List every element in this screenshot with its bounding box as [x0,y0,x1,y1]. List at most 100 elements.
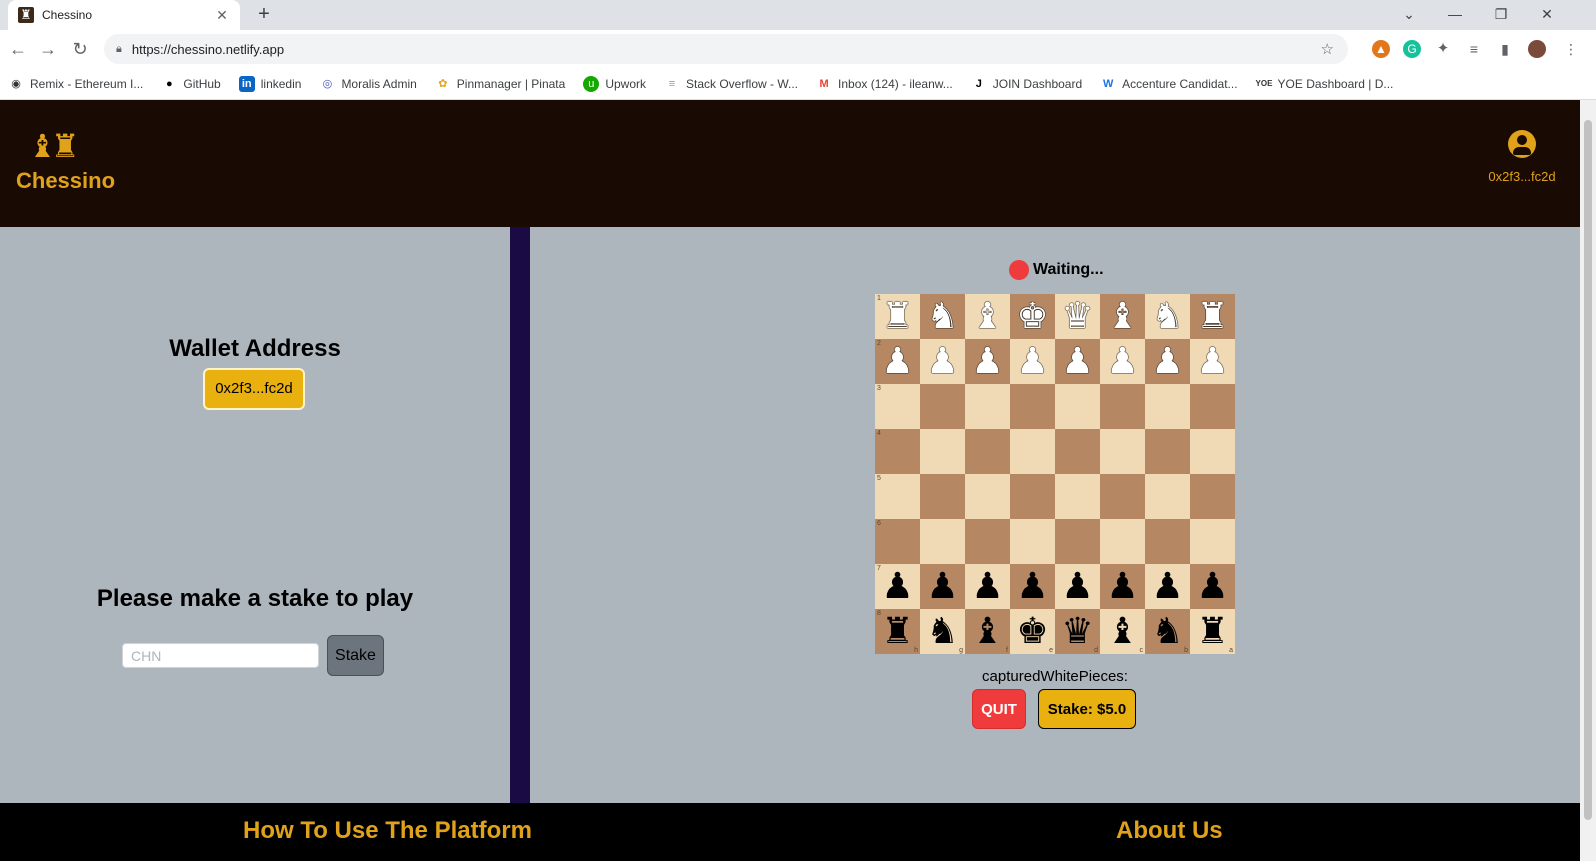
black-king-icon[interactable]: ♚ [1016,613,1048,650]
bookmark-gmail[interactable]: M Inbox (124) - ileanw... [816,76,952,92]
board-square[interactable] [1010,519,1055,564]
board-square[interactable] [1010,429,1055,474]
white-queen-icon[interactable]: ♛ [1061,298,1093,335]
board-square[interactable]: c ♝ [1100,609,1145,654]
board-square[interactable]: ♜ [1190,294,1235,339]
board-square[interactable] [1145,519,1190,564]
forward-icon[interactable]: → [36,37,60,61]
board-square[interactable]: ♟ [1100,339,1145,384]
how-to-use-link[interactable]: How To Use The Platform [243,817,532,845]
board-square[interactable]: ♟ [1100,564,1145,609]
board-square[interactable] [965,384,1010,429]
black-pawn-icon[interactable]: ♟ [926,568,958,605]
address-bar[interactable]: 🔒︎ https://chessino.netlify.app ☆ [104,34,1348,64]
board-square[interactable]: ♟ [1145,339,1190,384]
board-square[interactable]: ♟ [1055,564,1100,609]
bookmark-accenture[interactable]: W Accenture Candidat... [1100,76,1238,92]
black-queen-icon[interactable]: ♛ [1061,613,1093,650]
grammarly-icon[interactable]: G [1403,40,1421,58]
white-knight-icon[interactable]: ♞ [926,298,958,335]
bookmark-moralis[interactable]: ◎ Moralis Admin [319,76,417,92]
bookmark-upwork[interactable]: u Upwork [583,75,646,92]
board-square[interactable]: ♟ [1010,339,1055,384]
black-bishop-icon[interactable]: ♝ [971,613,1003,650]
board-square[interactable]: ♟ [1145,564,1190,609]
bookmark-remix[interactable]: ◉ Remix - Ethereum I... [8,76,143,92]
board-square[interactable]: 4 [875,429,920,474]
white-bishop-icon[interactable]: ♝ [971,298,1003,335]
board-square[interactable] [1100,474,1145,519]
board-square[interactable]: ♞ [920,294,965,339]
bookmark-yoe[interactable]: YOE YOE Dashboard | D... [1256,76,1394,92]
board-square[interactable]: b ♞ [1145,609,1190,654]
quit-button[interactable]: QUIT [972,689,1026,729]
board-square[interactable] [965,474,1010,519]
bookmark-join[interactable]: J JOIN Dashboard [971,76,1082,92]
board-square[interactable]: ♞ [1145,294,1190,339]
white-pawn-icon[interactable]: ♟ [926,343,958,380]
board-square[interactable] [920,519,965,564]
restore-icon[interactable]: ❐ [1478,0,1524,30]
board-square[interactable]: ♟ [965,339,1010,384]
board-square[interactable]: ♟ [1055,339,1100,384]
stake-button[interactable]: Stake [327,635,384,676]
bookmark-star-icon[interactable]: ☆ [1321,40,1334,58]
extensions-icon[interactable]: ✦ [1434,40,1452,58]
black-knight-icon[interactable]: ♞ [1151,613,1183,650]
board-square[interactable]: 8 h ♜ [875,609,920,654]
board-square[interactable] [1010,474,1055,519]
board-square[interactable]: ♟ [1190,339,1235,384]
reload-icon[interactable]: ↻ [68,37,92,61]
board-square[interactable] [1145,429,1190,474]
user-account[interactable]: 0x2f3...fc2d [1482,130,1562,184]
board-square[interactable]: f ♝ [965,609,1010,654]
tab-close-icon[interactable]: ✕ [214,7,230,24]
black-rook-icon[interactable]: ♜ [881,613,913,650]
board-square[interactable] [1145,384,1190,429]
board-square[interactable] [1145,474,1190,519]
board-square[interactable]: ♟ [1190,564,1235,609]
board-square[interactable]: e ♚ [1010,609,1055,654]
board-square[interactable] [1100,429,1145,474]
board-square[interactable] [920,429,965,474]
board-square[interactable] [1190,429,1235,474]
black-bishop-icon[interactable]: ♝ [1106,613,1138,650]
black-pawn-icon[interactable]: ♟ [971,568,1003,605]
board-square[interactable] [920,474,965,519]
about-us-link[interactable]: About Us [1116,817,1223,845]
board-square[interactable] [1190,474,1235,519]
menu-kebab-icon[interactable]: ⋮ [1562,40,1580,58]
stake-amount-input[interactable] [122,643,319,668]
board-square[interactable] [920,384,965,429]
black-pawn-icon[interactable]: ♟ [1106,568,1138,605]
white-king-icon[interactable]: ♚ [1016,298,1048,335]
board-square[interactable] [1055,474,1100,519]
board-square[interactable] [1055,519,1100,564]
white-rook-icon[interactable]: ♜ [1196,298,1228,335]
board-square[interactable] [1010,384,1055,429]
board-square[interactable]: ♝ [965,294,1010,339]
board-square[interactable]: 7 ♟ [875,564,920,609]
board-square[interactable]: ♛ [1055,294,1100,339]
white-pawn-icon[interactable]: ♟ [881,343,913,380]
bookmark-linkedin[interactable]: in linkedin [238,75,301,92]
black-pawn-icon[interactable]: ♟ [881,568,913,605]
black-knight-icon[interactable]: ♞ [926,613,958,650]
stake-display-button[interactable]: Stake: $5.0 [1038,689,1136,729]
black-pawn-icon[interactable]: ♟ [1151,568,1183,605]
side-panel-icon[interactable]: ▮ [1496,40,1514,58]
black-rook-icon[interactable]: ♜ [1196,613,1228,650]
close-window-icon[interactable]: ✕ [1524,0,1570,30]
page-scrollbar[interactable] [1580,100,1596,861]
white-pawn-icon[interactable]: ♟ [1196,343,1228,380]
profile-avatar[interactable] [1528,40,1546,58]
board-square[interactable] [1100,384,1145,429]
reading-list-icon[interactable]: ≡ [1465,40,1483,58]
board-square[interactable]: 5 [875,474,920,519]
white-knight-icon[interactable]: ♞ [1151,298,1183,335]
board-square[interactable]: ♟ [920,564,965,609]
bookmark-pinata[interactable]: ✿ Pinmanager | Pinata [435,76,565,92]
board-square[interactable] [1100,519,1145,564]
board-square[interactable]: a ♜ [1190,609,1235,654]
black-pawn-icon[interactable]: ♟ [1061,568,1093,605]
